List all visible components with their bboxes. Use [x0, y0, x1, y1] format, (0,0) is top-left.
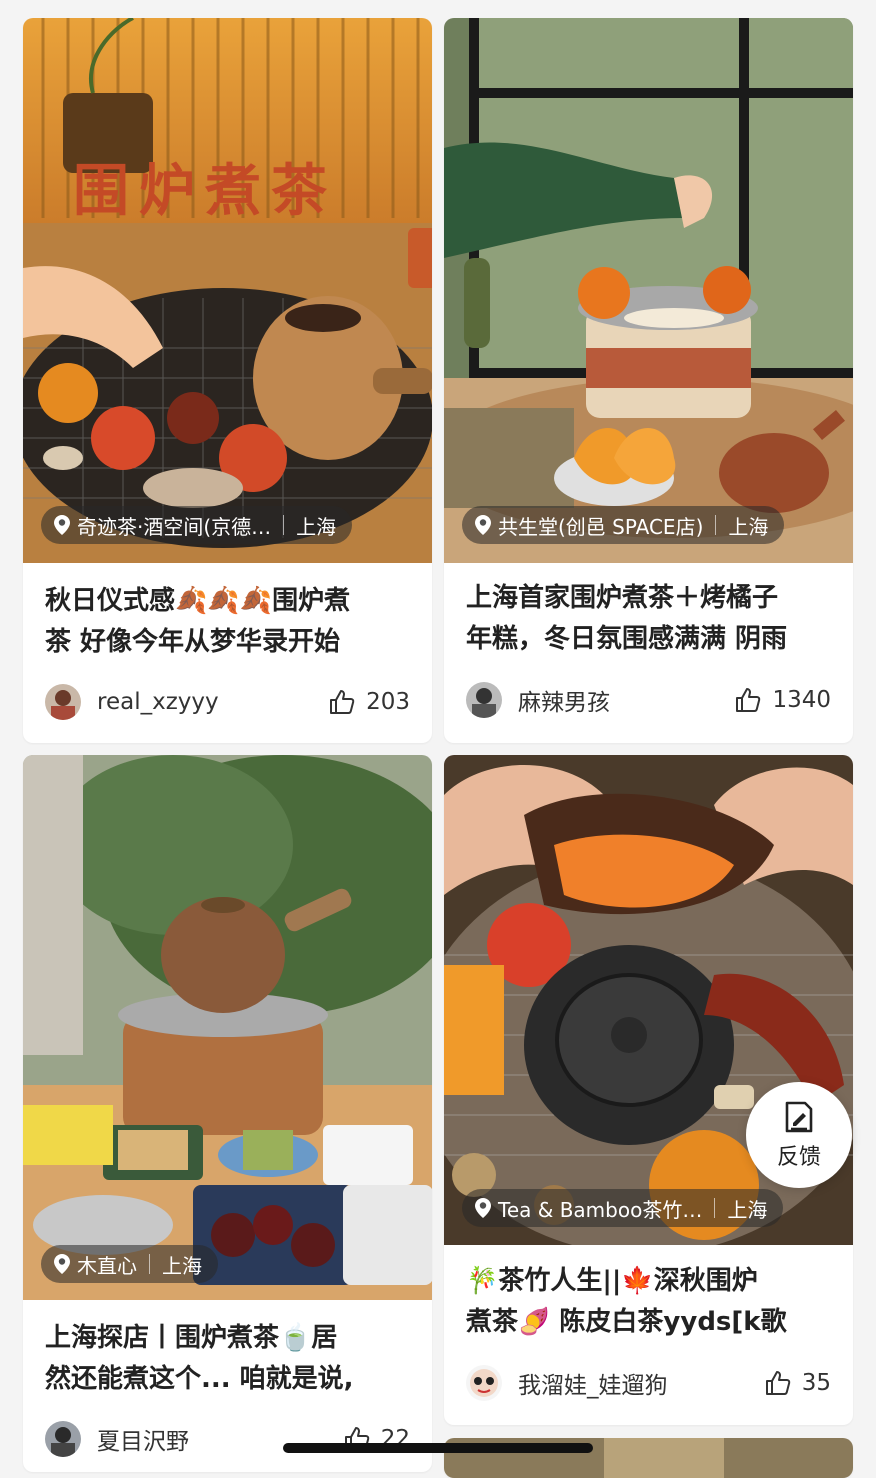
- username[interactable]: 我溜娃_娃遛狗: [518, 1366, 764, 1400]
- note-meta: real_xzyyy 203: [45, 682, 410, 722]
- location-tag[interactable]: 奇迹茶·酒空间(京德… 上海: [41, 506, 353, 544]
- cover-photo-outdoor-tea-table: [23, 755, 432, 1300]
- location-pin-icon: [54, 515, 70, 535]
- like-count: 35: [801, 1370, 831, 1396]
- feedback-button[interactable]: 反馈: [746, 1082, 852, 1188]
- cover-photo-tea-stove-window: [444, 18, 853, 563]
- card-cover-image[interactable]: 围炉煮茶: [23, 18, 432, 563]
- cover-overlay-text: 围炉煮茶: [73, 159, 337, 224]
- like-button[interactable]: 35: [764, 1369, 831, 1397]
- like-button[interactable]: 203: [328, 688, 410, 716]
- card-cover-image[interactable]: [444, 18, 853, 563]
- location-divider: [714, 1198, 716, 1218]
- location-divider: [283, 515, 285, 535]
- note-title[interactable]: 🎋茶竹人生||🍁深秋围炉 煮茶🍠 陈皮白茶yyds[k歌: [466, 1261, 835, 1343]
- feed-card-3[interactable]: 木直心 上海 上海探店丨围炉煮茶🍵居 然还能煮这个... 咱就是说, 夏目沢野 …: [23, 755, 432, 1472]
- location-city: 上海: [728, 514, 769, 539]
- note-title-line-2: 然还能煮这个... 咱就是说,: [45, 1364, 354, 1394]
- feed-card-2[interactable]: 共生堂(创邑 SPACE店) 上海 上海首家围炉煮茶＋烤橘子 年糕，冬日氛围感满…: [444, 18, 853, 743]
- thumbs-up-icon: [330, 690, 355, 714]
- location-name: 奇迹茶·酒空间(京德…: [77, 514, 272, 539]
- note-title-line-2: 煮茶🍠 陈皮白茶yyds[k歌: [466, 1307, 787, 1337]
- location-city: 上海: [296, 514, 337, 539]
- note-title-line-1: 上海首家围炉煮茶＋烤橘子: [466, 583, 779, 613]
- location-tag[interactable]: 共生堂(创邑 SPACE店) 上海: [462, 506, 785, 544]
- feed-card-1[interactable]: 围炉煮茶 奇迹茶·酒空间(京德… 上海 秋日仪式感🍂🍂🍂围炉煮 茶 好像今年从梦…: [23, 18, 432, 743]
- username[interactable]: real_xzyyy: [97, 689, 328, 715]
- location-pin-icon: [54, 1254, 70, 1274]
- location-city: 上海: [162, 1253, 202, 1278]
- location-divider: [149, 1254, 150, 1274]
- like-count: 1340: [772, 687, 831, 713]
- location-pin-icon: [475, 515, 491, 535]
- location-name: Tea & Bamboo茶竹…: [498, 1197, 703, 1222]
- location-divider: [715, 515, 717, 535]
- location-city: 上海: [727, 1197, 768, 1222]
- avatar[interactable]: [466, 1365, 502, 1401]
- note-title-line-2: 年糕，冬日氛围感满满 阴雨: [466, 624, 788, 654]
- like-count: 203: [366, 689, 410, 715]
- cover-photo-tea-stove: 围炉煮茶: [23, 18, 432, 563]
- location-tag[interactable]: 木直心 上海: [41, 1245, 218, 1283]
- note-title-line-1: 秋日仪式感🍂🍂🍂围炉煮: [45, 586, 351, 616]
- username[interactable]: 麻辣男孩: [518, 683, 734, 717]
- feedback-edit-icon: [785, 1101, 813, 1133]
- note-title-line-1: 🎋茶竹人生||🍁深秋围炉: [466, 1266, 758, 1296]
- note-meta: 我溜娃_娃遛狗 35: [466, 1363, 831, 1403]
- note-meta: 夏目沢野 22: [45, 1419, 410, 1459]
- note-meta: 麻辣男孩 1340: [466, 680, 831, 720]
- card-cover-image[interactable]: [23, 755, 432, 1300]
- feedback-label: 反馈: [776, 1145, 821, 1170]
- avatar[interactable]: [45, 684, 81, 720]
- location-tag[interactable]: Tea & Bamboo茶竹… 上海: [462, 1189, 784, 1227]
- avatar[interactable]: [466, 682, 502, 718]
- location-name: 共生堂(创邑 SPACE店): [498, 514, 704, 539]
- note-title-line-2: 茶 好像今年从梦华录开始: [45, 627, 341, 657]
- note-title-line-1: 上海探店丨围炉煮茶🍵居: [45, 1323, 338, 1353]
- location-name: 木直心: [77, 1253, 137, 1278]
- home-indicator[interactable]: [283, 1443, 593, 1453]
- thumbs-up-icon: [765, 1371, 790, 1395]
- avatar[interactable]: [45, 1421, 81, 1457]
- note-title[interactable]: 上海首家围炉煮茶＋烤橘子 年糕，冬日氛围感满满 阴雨: [466, 578, 835, 660]
- like-button[interactable]: 1340: [734, 686, 831, 714]
- thumbs-up-icon: [736, 688, 761, 712]
- note-title[interactable]: 秋日仪式感🍂🍂🍂围炉煮 茶 好像今年从梦华录开始: [45, 581, 414, 663]
- location-pin-icon: [475, 1198, 491, 1218]
- note-title[interactable]: 上海探店丨围炉煮茶🍵居 然还能煮这个... 咱就是说,: [45, 1318, 414, 1400]
